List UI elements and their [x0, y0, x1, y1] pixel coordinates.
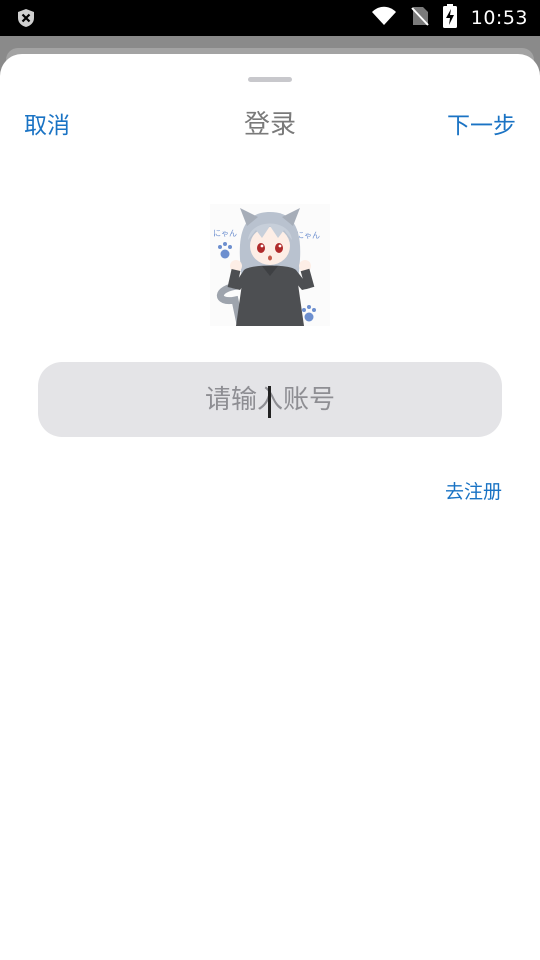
svg-text:にゃん: にゃん	[296, 231, 320, 240]
shield-x-icon	[16, 8, 36, 28]
status-icons: 10:53	[371, 0, 528, 36]
register-link[interactable]: 去注册	[445, 477, 502, 504]
svg-text:にゃん: にゃん	[213, 229, 237, 238]
screen: 10:53 取消 登录 下一步 にゃん にゃん 请输入账号 去注册	[0, 0, 540, 960]
no-sim-icon	[411, 6, 429, 30]
next-step-button[interactable]: 下一步	[447, 106, 516, 140]
status-bar: 10:53	[0, 0, 540, 36]
status-time: 10:53	[470, 7, 528, 29]
battery-charging-icon	[442, 4, 457, 32]
avatar: にゃん にゃん	[210, 204, 330, 326]
wifi-icon	[371, 6, 397, 30]
text-caret	[268, 386, 271, 418]
drag-handle[interactable]	[248, 77, 292, 82]
login-sheet: 取消 登录 下一步 にゃん にゃん 请输入账号 去注册	[0, 54, 540, 960]
